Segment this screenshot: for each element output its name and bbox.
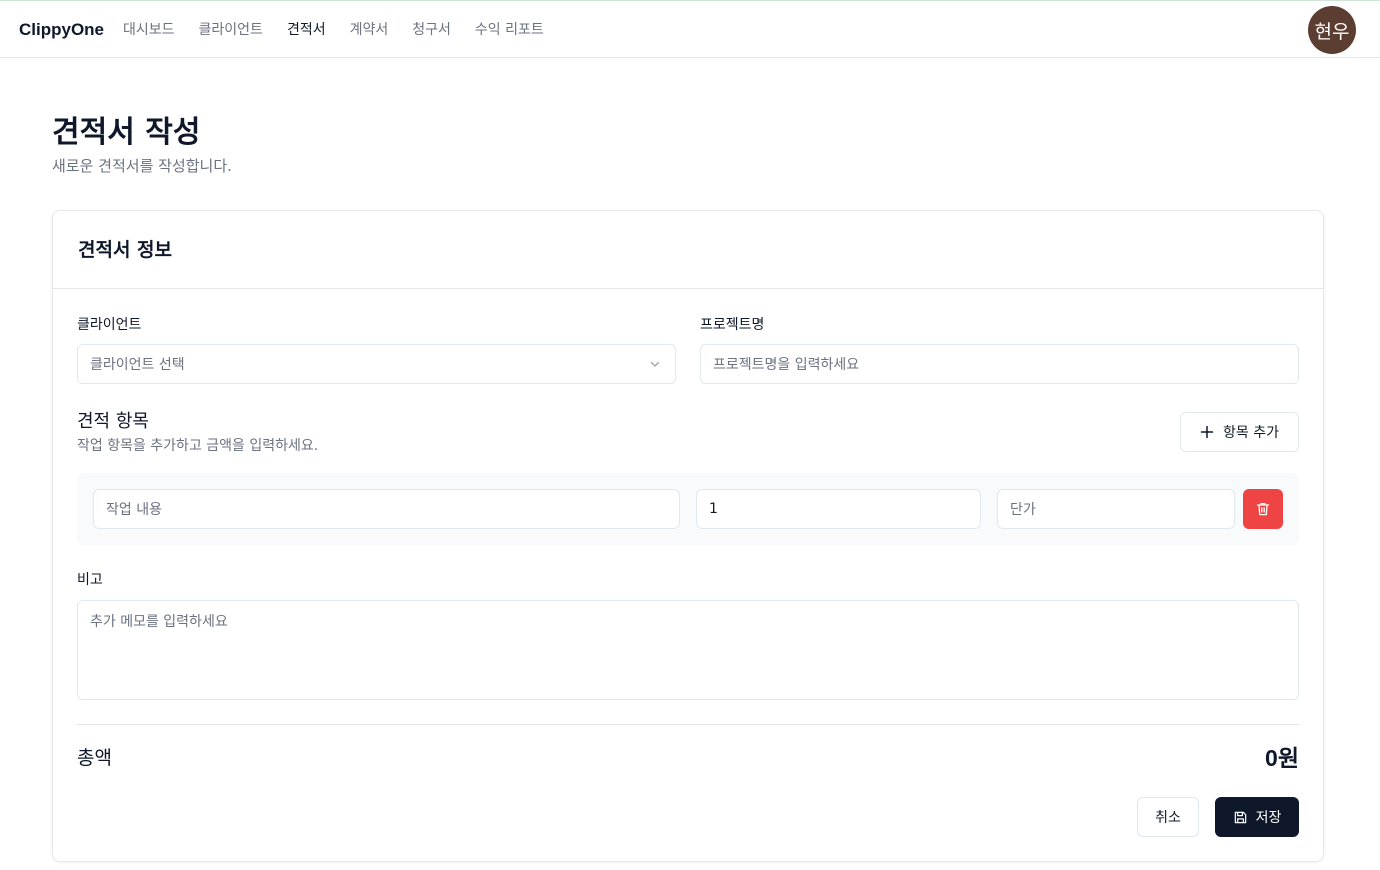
top-navbar: ClippyOne 대시보드 클라이언트 견적서 계약서 청구서 수익 리포트 … bbox=[0, 0, 1380, 58]
add-item-label: 항목 추가 bbox=[1223, 425, 1279, 441]
project-label: 프로젝트명 bbox=[700, 317, 765, 333]
item-description-placeholder: 작업 내용 bbox=[106, 502, 162, 518]
item-quantity-input[interactable]: 1 bbox=[696, 489, 981, 529]
trash-icon bbox=[1256, 502, 1270, 516]
items-section-title: 견적 항목 bbox=[77, 411, 149, 432]
nav-item-invoices[interactable]: 청구서 bbox=[412, 20, 451, 40]
main-nav: 대시보드 클라이언트 견적서 계약서 청구서 수익 리포트 bbox=[123, 20, 568, 40]
quote-form-card: 견적서 정보 클라이언트 클라이언트 선택 프로젝트명 프로젝트명을 입력하세요… bbox=[52, 210, 1324, 862]
save-icon bbox=[1234, 811, 1246, 823]
client-label: 클라이언트 bbox=[77, 317, 142, 333]
client-select[interactable]: 클라이언트 선택 bbox=[77, 344, 676, 384]
total-amount: 0원 bbox=[1265, 745, 1299, 771]
page-title: 견적서 작성 bbox=[52, 115, 201, 150]
item-quantity-value: 1 bbox=[709, 501, 718, 517]
item-price-placeholder: 단가 bbox=[1010, 502, 1036, 518]
delete-item-button[interactable] bbox=[1243, 489, 1283, 529]
add-item-button[interactable]: 항목 추가 bbox=[1180, 412, 1299, 452]
nav-item-clients[interactable]: 클라이언트 bbox=[199, 20, 263, 40]
nav-item-contracts[interactable]: 계약서 bbox=[350, 20, 389, 40]
nav-item-revenue-report[interactable]: 수익 리포트 bbox=[475, 20, 544, 40]
page-subtitle: 새로운 견적서를 작성합니다. bbox=[52, 157, 232, 175]
items-section-subtitle: 작업 항목을 추가하고 금액을 입력하세요. bbox=[77, 438, 319, 454]
nav-item-dashboard[interactable]: 대시보드 bbox=[123, 20, 175, 40]
notes-textarea[interactable]: 추가 메모를 입력하세요 bbox=[77, 600, 1299, 700]
card-title: 견적서 정보 bbox=[78, 239, 173, 261]
notes-label: 비고 bbox=[77, 572, 103, 588]
user-avatar[interactable]: 현우 bbox=[1308, 6, 1356, 54]
card-header: 견적서 정보 bbox=[53, 211, 1323, 289]
plus-icon bbox=[1200, 425, 1214, 439]
project-name-input[interactable]: 프로젝트명을 입력하세요 bbox=[700, 344, 1299, 384]
total-label: 총액 bbox=[77, 747, 112, 769]
save-button[interactable]: 저장 bbox=[1215, 797, 1299, 837]
client-select-placeholder: 클라이언트 선택 bbox=[90, 357, 185, 373]
cancel-label: 취소 bbox=[1155, 810, 1181, 826]
brand-logo[interactable]: ClippyOne bbox=[19, 20, 104, 40]
item-description-input[interactable]: 작업 내용 bbox=[93, 489, 680, 529]
save-label: 저장 bbox=[1255, 810, 1282, 826]
divider bbox=[77, 724, 1299, 725]
cancel-button[interactable]: 취소 bbox=[1137, 797, 1199, 837]
notes-placeholder: 추가 메모를 입력하세요 bbox=[90, 614, 228, 630]
chevron-down-icon bbox=[650, 361, 660, 367]
project-name-placeholder: 프로젝트명을 입력하세요 bbox=[713, 357, 860, 373]
nav-item-quotes[interactable]: 견적서 bbox=[287, 20, 326, 40]
item-price-input[interactable]: 단가 bbox=[997, 489, 1235, 529]
line-item-row: 작업 내용 1 단가 bbox=[77, 473, 1299, 545]
